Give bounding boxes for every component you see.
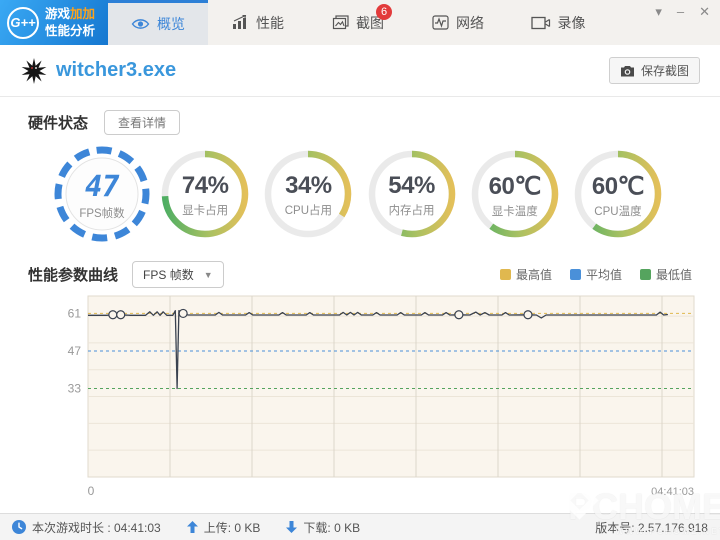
gauge-memory-usage: 54% 内存占用 bbox=[362, 144, 462, 244]
app-window: G++ 游戏加加 性能分析 概览 性能 截图 6 网络 录像 ▾ – ✕ wit… bbox=[0, 0, 720, 540]
legend-min: 最低值 bbox=[639, 266, 692, 283]
view-details-button[interactable]: 查看详情 bbox=[104, 110, 181, 135]
svg-text:04:41:03: 04:41:03 bbox=[651, 486, 694, 498]
window-close-button[interactable]: ✕ bbox=[699, 4, 710, 20]
process-name: witcher3.exe bbox=[56, 59, 177, 81]
download-stat: 下载: 0 KB bbox=[303, 520, 361, 535]
svg-text:33: 33 bbox=[68, 382, 82, 396]
fps-label: FPS帧数 bbox=[79, 208, 125, 220]
legend-min-label: 最低值 bbox=[655, 268, 692, 282]
fps-chart: 61 47 33 0 04:41:03 bbox=[0, 292, 720, 507]
gauges-row: 47 FPS帧数 74% 显卡占用 34% CPU占用 54% 内存占用 60℃… bbox=[0, 144, 720, 244]
session-duration: 本次游戏时长 : 04:41:03 bbox=[32, 520, 161, 535]
screenshot-count-badge: 6 bbox=[376, 4, 392, 20]
fps-value: 47 bbox=[85, 169, 119, 203]
memory-usage-value: 54% bbox=[388, 172, 435, 199]
gauge-cpu-usage: 34% CPU占用 bbox=[258, 144, 358, 244]
version-number: 版本号: 2.57.176.918 bbox=[595, 520, 708, 535]
brand-word-2: 加加 bbox=[70, 7, 96, 22]
tab-record-label: 录像 bbox=[557, 14, 586, 31]
tab-network[interactable]: 网络 bbox=[408, 0, 508, 45]
hardware-status-title: 硬件状态 bbox=[28, 115, 89, 132]
svg-text:0: 0 bbox=[88, 484, 95, 498]
gpu-usage-label: 显卡占用 bbox=[182, 205, 229, 217]
tab-performance[interactable]: 性能 bbox=[208, 0, 308, 45]
save-screenshot-button[interactable]: 保存截图 bbox=[608, 57, 700, 84]
tab-record[interactable]: 录像 bbox=[508, 0, 608, 45]
svg-text:61: 61 bbox=[68, 306, 82, 320]
legend-max: 最高值 bbox=[499, 266, 552, 283]
gpu-temp-label: 显卡温度 bbox=[491, 205, 538, 218]
tab-performance-label: 性能 bbox=[256, 14, 284, 31]
gauge-cpu-temp: 60℃ CPU温度 bbox=[568, 144, 668, 244]
save-screenshot-label: 保存截图 bbox=[640, 64, 689, 78]
top-tab-bar: G++ 游戏加加 性能分析 概览 性能 截图 6 网络 录像 ▾ – ✕ bbox=[0, 0, 720, 45]
upload-arrow-icon bbox=[186, 521, 198, 533]
legend-avg-label: 平均值 bbox=[585, 268, 622, 282]
cpu-usage-value: 34% bbox=[285, 172, 332, 199]
download-arrow-icon bbox=[286, 521, 298, 533]
legend-max-label: 最高值 bbox=[515, 268, 552, 282]
tab-network-label: 网络 bbox=[456, 14, 484, 31]
memory-usage-label: 内存占用 bbox=[388, 205, 435, 217]
status-bar: 本次游戏时长 : 04:41:03 上传: 0 KB 下载: 0 KB 版本号:… bbox=[0, 513, 720, 540]
window-menu-button[interactable]: ▾ bbox=[655, 4, 662, 20]
upload-stat: 上传: 0 KB bbox=[203, 520, 261, 535]
metric-select[interactable]: FPS 帧数 ▼ bbox=[132, 261, 224, 288]
clock-icon bbox=[12, 520, 26, 534]
gauge-fps-text: 47 FPS帧数 bbox=[52, 144, 152, 244]
fps-chart-svg: 61 47 33 0 04:41:03 bbox=[68, 295, 695, 498]
screenshot-icon bbox=[332, 15, 349, 30]
chevron-down-icon: ▼ bbox=[203, 269, 213, 280]
tab-screenshot[interactable]: 截图 6 bbox=[308, 0, 408, 45]
bar-chart-icon bbox=[233, 15, 247, 29]
process-header: witcher3.exe 保存截图 bbox=[0, 45, 720, 97]
gpu-usage-value: 74% bbox=[181, 172, 229, 199]
brand-word-1: 游戏 bbox=[45, 7, 71, 22]
app-logo: G++ 游戏加加 性能分析 bbox=[0, 0, 108, 45]
svg-text:47: 47 bbox=[68, 344, 82, 358]
legend-avg: 平均值 bbox=[569, 266, 622, 283]
gpu-temp-value: 60℃ bbox=[488, 172, 542, 200]
metric-select-value: FPS 帧数 bbox=[143, 268, 194, 282]
chart-legend: 最高值 平均值 最低值 bbox=[499, 266, 692, 283]
cpu-temp-label: CPU温度 bbox=[594, 205, 642, 218]
cpu-temp-value: 60℃ bbox=[591, 172, 645, 200]
camera-icon bbox=[620, 65, 634, 76]
legend-max-swatch bbox=[499, 269, 511, 280]
gauge-fps: 47 FPS帧数 bbox=[52, 144, 152, 244]
legend-min-swatch bbox=[639, 269, 651, 280]
hardware-status-row: 硬件状态 查看详情 bbox=[28, 110, 181, 135]
brand-text: 游戏加加 性能分析 bbox=[45, 6, 95, 39]
cpu-usage-label: CPU占用 bbox=[284, 205, 333, 217]
window-controls: ▾ – ✕ bbox=[655, 4, 710, 20]
gauge-gpu-usage: 74% 显卡占用 bbox=[155, 144, 255, 244]
tab-overview-label: 概览 bbox=[157, 16, 185, 32]
gpp-logo-icon: G++ bbox=[7, 6, 39, 39]
witcher-wolf-icon bbox=[21, 57, 47, 84]
window-minimize-button[interactable]: – bbox=[677, 4, 684, 20]
gauge-gpu-temp: 60℃ 显卡温度 bbox=[465, 144, 565, 244]
curve-section-title: 性能参数曲线 bbox=[28, 267, 119, 284]
curve-section-header: 性能参数曲线 FPS 帧数 ▼ 最高值 平均值 最低值 bbox=[28, 261, 692, 288]
legend-avg-swatch bbox=[569, 269, 581, 280]
eye-icon bbox=[131, 19, 150, 29]
brand-line-2: 性能分析 bbox=[45, 23, 96, 38]
network-icon bbox=[432, 15, 449, 30]
tab-overview[interactable]: 概览 bbox=[108, 0, 208, 45]
record-icon bbox=[530, 16, 550, 29]
